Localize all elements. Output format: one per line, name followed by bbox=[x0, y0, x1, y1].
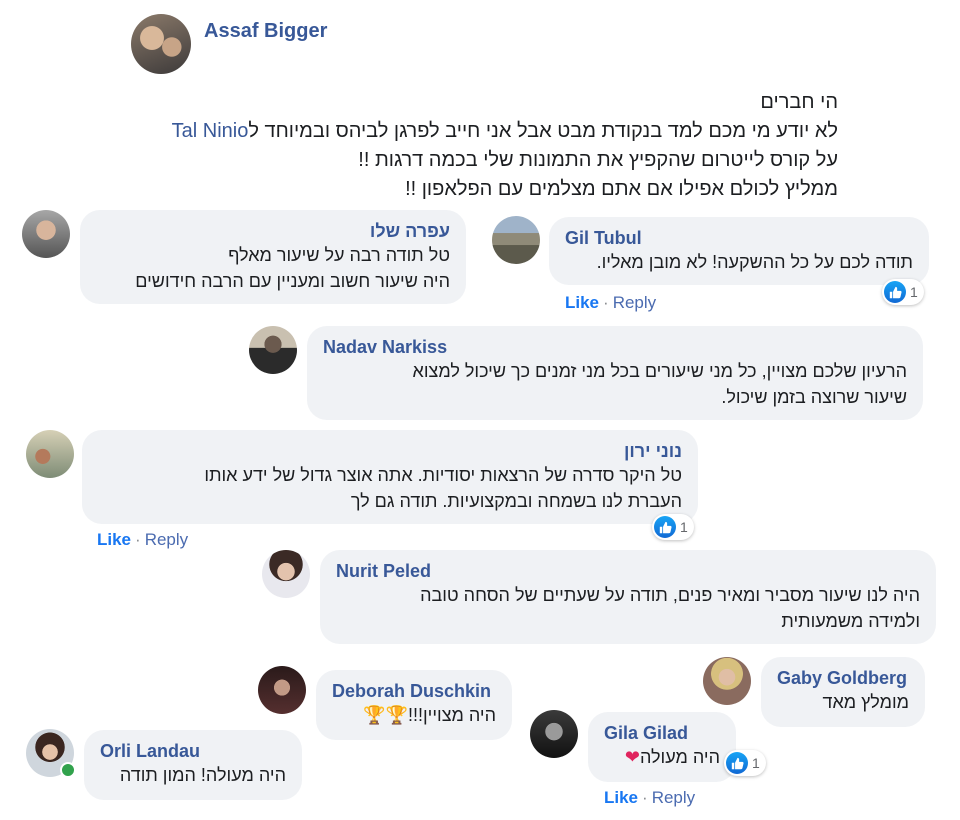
comment-text: מומלץ מאד bbox=[822, 692, 909, 712]
commenter-name[interactable]: Deborah Duschkin bbox=[332, 680, 496, 702]
reply-link[interactable]: Reply bbox=[613, 293, 656, 312]
trophy-icon: 🏆🏆 bbox=[363, 705, 408, 725]
reaction-badge[interactable]: 1 bbox=[652, 514, 694, 540]
heart-icon: ❤ bbox=[624, 747, 640, 767]
commenter-name[interactable]: נוני ירון bbox=[98, 440, 682, 462]
avatar-ofra[interactable] bbox=[22, 210, 70, 258]
commenter-name[interactable]: Gil Tubul bbox=[565, 227, 913, 249]
comment-nurit: Nurit Peled היה לנו שיעור מסביר ומאיר פנ… bbox=[320, 550, 936, 644]
comment-text: טל היקר סדרה של הרצאות יסודיות. אתה אוצר… bbox=[204, 465, 682, 511]
post-text-line-2: לא יודע מי מכם למד בנקודת מבט אבל אני חי… bbox=[248, 120, 838, 142]
like-link[interactable]: Like bbox=[565, 293, 599, 312]
comment-nadav: Nadav Narkiss הרעיון שלכם מצויין, כל מני… bbox=[307, 326, 923, 420]
thumbs-up-icon bbox=[726, 752, 748, 774]
like-link[interactable]: Like bbox=[97, 530, 131, 549]
comment-text-content: היה מצויין!!! bbox=[407, 705, 496, 725]
thumbs-up-icon bbox=[654, 516, 676, 538]
online-status-dot bbox=[60, 762, 76, 778]
reaction-count: 1 bbox=[910, 284, 918, 300]
commenter-name[interactable]: עפרה שלו bbox=[96, 220, 450, 242]
avatar-noni[interactable] bbox=[26, 430, 74, 478]
mention-link[interactable]: Tal Ninio bbox=[172, 120, 249, 142]
reaction-badge[interactable]: 1 bbox=[882, 279, 924, 305]
avatar-nurit[interactable] bbox=[262, 550, 310, 598]
separator: · bbox=[135, 530, 141, 549]
commenter-name[interactable]: Nurit Peled bbox=[336, 560, 920, 582]
comment-ofra: עפרה שלו טל תודה רבה על שיעור מאלף היה ש… bbox=[80, 210, 466, 304]
avatar-assaf[interactable] bbox=[131, 14, 191, 74]
comment-gaby: Gaby Goldberg מומלץ מאד bbox=[761, 657, 925, 727]
comment-text: היה מעולה! המון תודה bbox=[119, 765, 286, 785]
comment-text-content: היה מעולה bbox=[639, 747, 720, 767]
comment-noni: נוני ירון טל היקר סדרה של הרצאות יסודיות… bbox=[82, 430, 698, 524]
reaction-count: 1 bbox=[752, 755, 760, 771]
reaction-badge[interactable]: 1 bbox=[724, 750, 766, 776]
comment-text: הרעיון שלכם מצויין, כל מני שיעורים בכל מ… bbox=[412, 361, 907, 407]
avatar-gil[interactable] bbox=[492, 216, 540, 264]
comment-orli: Orli Landau היה מעולה! המון תודה bbox=[84, 730, 302, 800]
comment-actions: Like · Reply bbox=[97, 530, 188, 550]
comment-text: היה מעולה❤ bbox=[604, 744, 720, 770]
reply-link[interactable]: Reply bbox=[652, 788, 695, 807]
avatar-nadav[interactable] bbox=[249, 326, 297, 374]
commenter-name[interactable]: Nadav Narkiss bbox=[323, 336, 907, 358]
like-link[interactable]: Like bbox=[604, 788, 638, 807]
reaction-count: 1 bbox=[680, 519, 688, 535]
separator: · bbox=[642, 788, 648, 807]
comment-deborah: Deborah Duschkin היה מצויין!!!🏆🏆 bbox=[316, 670, 512, 740]
post-author-name[interactable]: Assaf Bigger bbox=[204, 20, 327, 43]
comment-gil: Gil Tubul תודה לכם על כל ההשקעה! לא מובן… bbox=[549, 217, 929, 285]
commenter-name[interactable]: Gila Gilad bbox=[604, 722, 720, 744]
avatar-gaby[interactable] bbox=[703, 657, 751, 705]
thumbs-up-icon bbox=[884, 281, 906, 303]
avatar-deborah[interactable] bbox=[258, 666, 306, 714]
reply-link[interactable]: Reply bbox=[145, 530, 188, 549]
commenter-name[interactable]: Orli Landau bbox=[100, 740, 286, 762]
post-text: הי חברים לא יודע מי מכם למד בנקודת מבט א… bbox=[171, 91, 838, 200]
comment-actions: Like · Reply bbox=[604, 788, 695, 808]
comment-actions: Like · Reply bbox=[565, 293, 656, 313]
separator: · bbox=[603, 293, 609, 312]
comment-text: תודה לכם על כל ההשקעה! לא מובן מאליו. bbox=[596, 252, 913, 272]
commenter-name[interactable]: Gaby Goldberg bbox=[777, 667, 909, 689]
comment-gila: Gila Gilad היה מעולה❤ bbox=[588, 712, 736, 782]
avatar-gila[interactable] bbox=[530, 710, 578, 758]
comment-text: היה לנו שיעור מסביר ומאיר פנים, תודה על … bbox=[420, 585, 920, 631]
comment-text: טל תודה רבה על שיעור מאלף היה שיעור חשוב… bbox=[135, 245, 450, 291]
comment-text: היה מצויין!!!🏆🏆 bbox=[332, 702, 496, 728]
